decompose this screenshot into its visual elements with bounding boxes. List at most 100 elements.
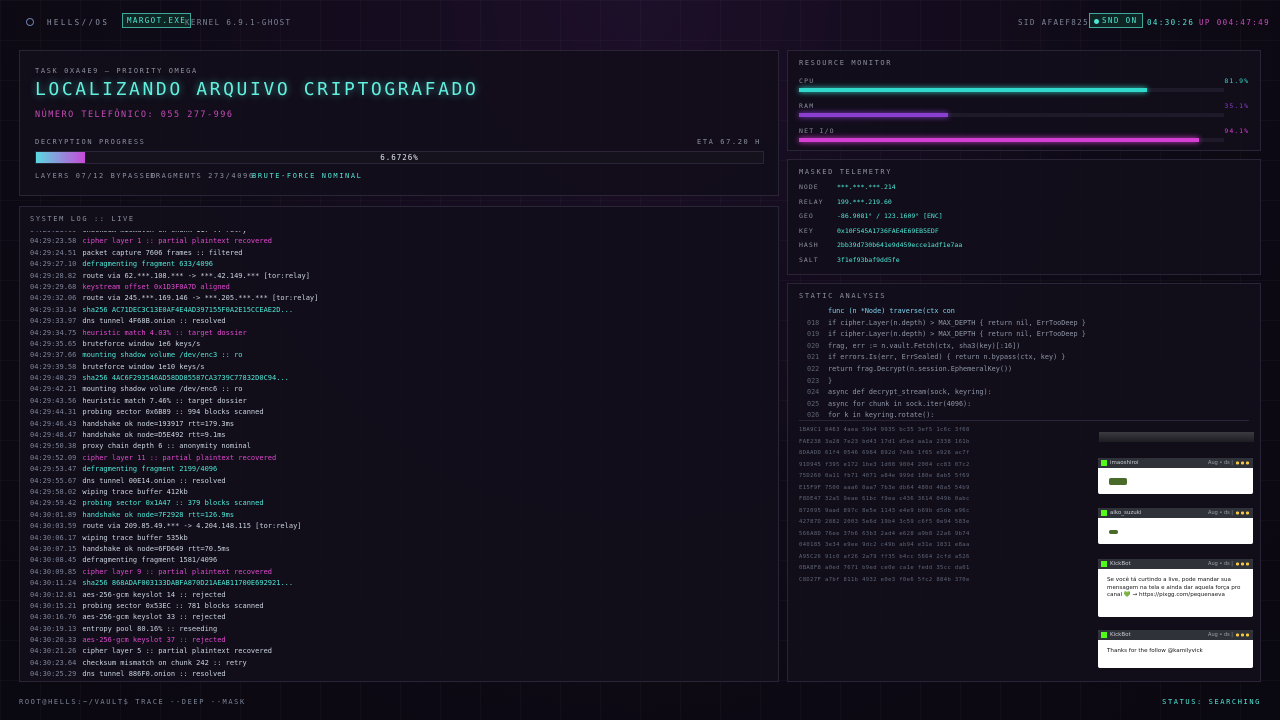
log-message: heuristic match 7.46% :: target dossier (82, 396, 247, 405)
log-entry: 04:29:58.02 wiping trace buffer 412kb (30, 487, 768, 498)
log-entry: 04:30:25.29 dns tunnel 886F0.onion :: res… (30, 669, 768, 679)
hex-dump-row: 040185 3e34 e9ee 9dc2 c49b ab94 e31e 183… (799, 542, 970, 548)
log-entry: 04:29:35.65 bruteforce window 1e6 keys/s (30, 339, 768, 350)
chat-timestamp: Aug • ds | (1208, 632, 1233, 638)
log-entry: 04:30:11.24 sha256 868ADAF003133DABFA870D… (30, 578, 768, 589)
hex-dump-row: 0BA8F8 a0ed 7671 b9ed ce0e ca1e fedd 35c… (799, 565, 970, 571)
log-timestamp: 04:30:15.21 (30, 601, 77, 610)
log-message: probing sector 0x6B89 :: 994 blocks scan… (82, 408, 264, 417)
code-line: 024 async def decrypt_stream(sock, keyrin… (807, 388, 992, 396)
log-entry: 04:30:01.89 handshake ok node=7F2928 rtt=… (30, 510, 768, 521)
chat-message-header: imaoshiroi Aug • ds | (1098, 458, 1253, 468)
log-timestamp: 04:29:52.09 (30, 453, 77, 462)
emote-sticker-icon (1109, 530, 1118, 534)
process-badge: MARGOT.EXE (122, 13, 192, 28)
code-text: frag, err := n.vault.Fetch(ctx, sha3(key… (828, 341, 1021, 350)
log-entry: 04:29:59.42 probing sector 0x1A47 :: 379 … (30, 498, 768, 509)
log-timestamp: 04:29:35.65 (30, 339, 77, 348)
log-message: bruteforce window 1e10 keys/s (82, 362, 205, 371)
log-timestamp: 04:30:21.26 (30, 647, 77, 656)
telemetry-header: MASKED TELEMETRY (799, 168, 893, 176)
telemetry-key: SALT (799, 256, 819, 264)
log-entry: 04:29:23.58 cipher layer 1 :: partial pla… (30, 236, 768, 247)
telemetry-row: RELAY 199.***.219.60 (799, 198, 892, 210)
chat-username: KickBot (1110, 561, 1131, 567)
code-line: 025 async for chunk in sock.iter(4096): (807, 400, 971, 408)
hex-dump-row: 42787D 2882 2003 5e6d 19b4 3c59 c6f5 0e9… (799, 519, 970, 525)
kick-badge-icon (1101, 561, 1107, 567)
log-timestamp: 04:29:42.21 (30, 385, 77, 394)
telemetry-key: KEY (799, 226, 814, 235)
progress-label: DECRYPTION PROGRESS (35, 138, 146, 146)
log-timestamp: 04:30:03.59 (30, 522, 77, 531)
code-line: 018 if cipher.Layer(n.depth) > MAX_DEPTH … (807, 319, 1086, 327)
log-message: cipher layer 11 :: partial plaintext rec… (82, 453, 277, 462)
log-entry: 04:29:37.66 mounting shadow volume /dev/e… (30, 350, 768, 361)
chat-message-card: KickBot Aug • ds | Se você tá curtindo a l… (1098, 559, 1253, 617)
log-timestamp: 04:30:25.29 (30, 670, 77, 679)
log-timestamp: 04:29:23.58 (30, 237, 77, 246)
bruteforce-status: BRUTE-FORCE NOMINAL (252, 172, 363, 180)
log-message: sha256 AC71DEC3C13E0AF4E4AD397155F0A2E15… (82, 305, 294, 314)
log-message: dns tunnel 4F68B.onion :: resolved (82, 317, 226, 326)
resource-value: 94.1% (1224, 127, 1249, 135)
log-entry: 04:29:33.14 sha256 AC71DEC3C13E0AF4E4AD39… (30, 305, 768, 316)
code-text: async for chunk in sock.iter(4096): (828, 399, 972, 408)
window-dots-icon (1235, 633, 1249, 637)
log-message: defragmenting fragment 1581/4096 (82, 556, 218, 565)
task-header: TASK 0XA4E9 — PRIORITY OMEGA (35, 67, 198, 75)
resource-bar-fill (799, 88, 1148, 92)
log-entry: 04:29:39.58 bruteforce window 1e10 keys/s (30, 362, 768, 373)
log-entry: 04:30:08.45 defragmenting fragment 1581/4… (30, 555, 768, 566)
log-message: defragmenting fragment 2199/4096 (82, 465, 218, 474)
log-entry: 04:29:53.47 defragmenting fragment 2199/4… (30, 464, 768, 475)
top-bar: HELLS//OS MARGOT.EXE KERNEL 6.9.1-GHOST … (0, 0, 1280, 46)
log-timestamp: 04:29:21.69 (30, 231, 76, 234)
fragments-status: FRAGMENTS 273/4096 (150, 172, 255, 180)
telemetry-row: HASH 2bb39d730b641e9d459ecce1adf1e7aa (799, 241, 962, 253)
code-text: return frag.Decrypt(n.session.EphemeralK… (828, 365, 1013, 373)
chat-message-header: KickBot Aug • ds | (1098, 559, 1253, 569)
log-timestamp: 04:29:53.47 (30, 465, 77, 474)
telemetry-key: HASH (799, 241, 819, 250)
telemetry-value: ***.***.***.214 (837, 183, 896, 191)
log-timestamp: 04:30:12.81 (30, 590, 77, 599)
log-message: handshake ok node=6FD649 rtt=70.5ms (82, 544, 230, 553)
resource-bar (799, 88, 1224, 92)
command-prompt[interactable]: ROOT@HELLS:~/VAULT$ TRACE --DEEP --MASK (19, 698, 246, 706)
log-entry: 04:30:09.85 cipher layer 9 :: partial pla… (30, 567, 768, 578)
log-message: probing sector 0x53EC :: 781 blocks scan… (82, 601, 264, 610)
log-entry: 04:30:19.13 entropy pool 80.16% :: reseed… (30, 624, 768, 635)
log-entry: 04:29:34.75 heuristic match 4.03% :: targ… (30, 328, 768, 339)
log-timestamp: 04:29:27.10 (30, 260, 77, 269)
hex-dump-row: 872095 9aad 897c 8e5e 1143 e4e9 b69b d5d… (799, 507, 970, 514)
log-timestamp: 04:29:40.29 (30, 374, 77, 383)
log-entry: 04:30:06.17 wiping trace buffer 535kb (30, 533, 768, 544)
resource-monitor-panel: RESOURCE MONITOR CPU 81.9% RAM 35.1% NET I/O… (787, 50, 1261, 151)
log-entry: 04:30:23.64 checksum mismatch on chunk 24… (30, 658, 768, 669)
log-timestamp: 04:30:09.85 (30, 567, 77, 576)
telemetry-value: -86.9081° / 123.1609° [ENC] (837, 212, 943, 221)
log-message: handshake ok node=D5E492 rtt=9.1ms (82, 431, 226, 440)
telemetry-value: 2bb39d730b641e9d459ecce1adf1e7aa (837, 241, 963, 250)
analysis-header: STATIC ANALYSIS (799, 292, 887, 300)
log-entry: 04:30:20.33 aes-256-gcm keyslot 37 :: rej… (30, 635, 768, 646)
resource-value: 81.9% (1224, 77, 1249, 85)
log-message: route via 245.***.169.146 -> ***.205.***… (82, 294, 319, 303)
kick-badge-icon (1101, 510, 1107, 516)
system-log-panel: SYSTEM LOG :: LIVE 04:29:21.69checksum m… (19, 206, 779, 682)
sound-toggle[interactable]: SND ON (1089, 13, 1143, 28)
chat-timestamp: Aug • ds | (1208, 460, 1233, 466)
line-number: 024 (807, 388, 820, 397)
log-timestamp: 04:30:07.15 (30, 544, 77, 553)
log-timestamp: 04:30:06.17 (30, 533, 77, 542)
code-line: func (n *Node) traverse(ctx con (807, 307, 955, 315)
log-timestamp: 04:29:24.51 (30, 248, 77, 257)
log-entry: 04:29:28.82 route via 62.***.108.*** -> *… (30, 271, 768, 282)
log-message: wiping trace buffer 535kb (82, 533, 188, 542)
log-list[interactable]: 04:29:21.69 checksum mismatch on chunk 11… (30, 231, 768, 679)
log-timestamp: 04:29:58.02 (30, 487, 77, 496)
hex-dump-row: F8DE47 32a5 9eae 61bc f9ea c436 3614 049… (799, 496, 970, 502)
log-message: defragmenting fragment 633/4096 (82, 260, 214, 269)
chat-username: KickBot (1110, 632, 1131, 638)
